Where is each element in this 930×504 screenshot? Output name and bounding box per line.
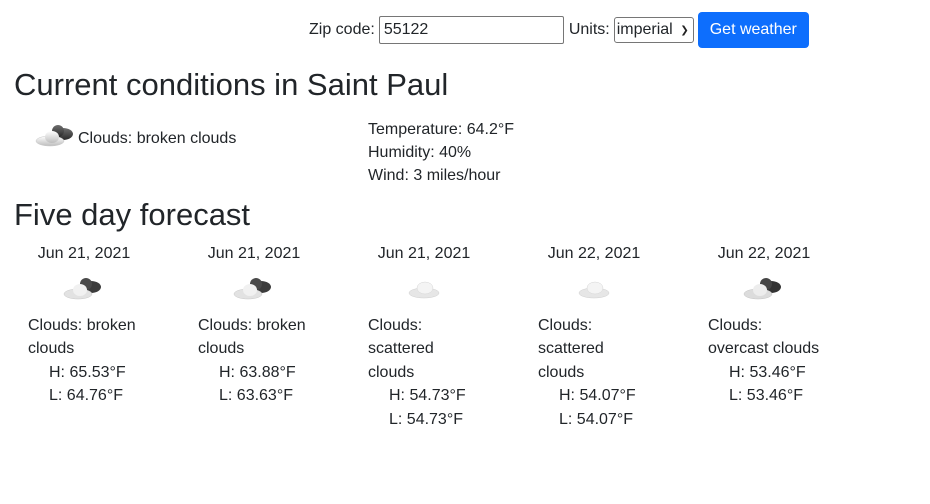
forecast-description: Clouds: broken clouds	[198, 316, 306, 358]
forecast-day: Jun 22, 2021 Clouds: scattered clouds H:…	[538, 242, 708, 431]
forecast-day: Jun 21, 2021 Clouds: scattered clouds H:…	[368, 242, 538, 431]
forecast-description: Clouds: scattered clouds	[538, 316, 604, 381]
forecast-high: H: 63.88°F	[219, 363, 296, 381]
forecast-high: H: 54.07°F	[559, 387, 636, 404]
forecast-low: L: 54.73°F	[389, 410, 463, 428]
forecast-high: H: 54.73°F	[389, 387, 466, 404]
current-description: Clouds: broken clouds	[78, 129, 237, 147]
forecast-day: Jun 22, 2021 Clouds: overcast clouds H: …	[708, 242, 878, 431]
current-humidity: Humidity: 40%	[368, 144, 472, 161]
forecast-date: Jun 21, 2021	[207, 245, 301, 262]
current-wind: Wind: 3 miles/hour	[368, 167, 501, 184]
forecast-title: Five day forecast	[14, 197, 251, 232]
search-form: Zip code: Units: imperial ❯ Get weather	[309, 12, 809, 48]
weather-page: Zip code: Units: imperial ❯ Get weather …	[0, 0, 930, 504]
units-selected-value: imperial	[616, 21, 673, 38]
get-weather-button[interactable]: Get weather	[697, 12, 809, 48]
forecast-low: L: 64.76°F	[49, 387, 123, 404]
current-stats: Temperature: 64.2°F Humidity: 40% Wind: …	[368, 118, 514, 187]
current-conditions-title: Current conditions in Saint Paul	[14, 67, 449, 102]
current-temperature: Temperature: 64.2°F	[368, 121, 515, 138]
zip-input[interactable]	[378, 16, 564, 44]
forecast-description: Clouds: broken clouds	[28, 316, 136, 358]
forecast-high: H: 65.53°F	[49, 363, 126, 381]
current-description-row: Clouds: broken clouds	[34, 122, 236, 155]
broken-clouds-icon	[198, 270, 310, 308]
forecast-list: Jun 21, 2021 Clouds: broken clouds H: 65…	[28, 242, 878, 431]
forecast-low: L: 63.63°F	[219, 387, 293, 404]
forecast-description: Clouds: scattered clouds	[368, 316, 434, 381]
forecast-date: Jun 21, 2021	[37, 245, 131, 262]
forecast-date: Jun 22, 2021	[547, 245, 641, 262]
units-select[interactable]: imperial ❯	[613, 17, 694, 43]
zip-label: Zip code:	[309, 21, 375, 38]
units-label: Units:	[568, 21, 610, 38]
broken-clouds-icon	[28, 270, 140, 308]
forecast-date: Jun 22, 2021	[717, 245, 811, 262]
forecast-high: H: 53.46°F	[729, 363, 806, 381]
scattered-clouds-icon	[368, 270, 480, 308]
forecast-day: Jun 21, 2021 Clouds: broken clouds H: 65…	[28, 242, 198, 431]
forecast-day: Jun 21, 2021 Clouds: broken clouds H: 63…	[198, 242, 368, 431]
forecast-description: Clouds: overcast clouds	[708, 316, 820, 358]
forecast-date: Jun 21, 2021	[377, 245, 471, 262]
overcast-clouds-icon	[708, 270, 820, 308]
scattered-clouds-icon	[538, 270, 650, 308]
chevron-down-icon: ❯	[680, 24, 689, 36]
forecast-low: L: 53.46°F	[729, 387, 803, 404]
forecast-low: L: 54.07°F	[559, 410, 633, 428]
broken-clouds-icon	[34, 122, 78, 155]
